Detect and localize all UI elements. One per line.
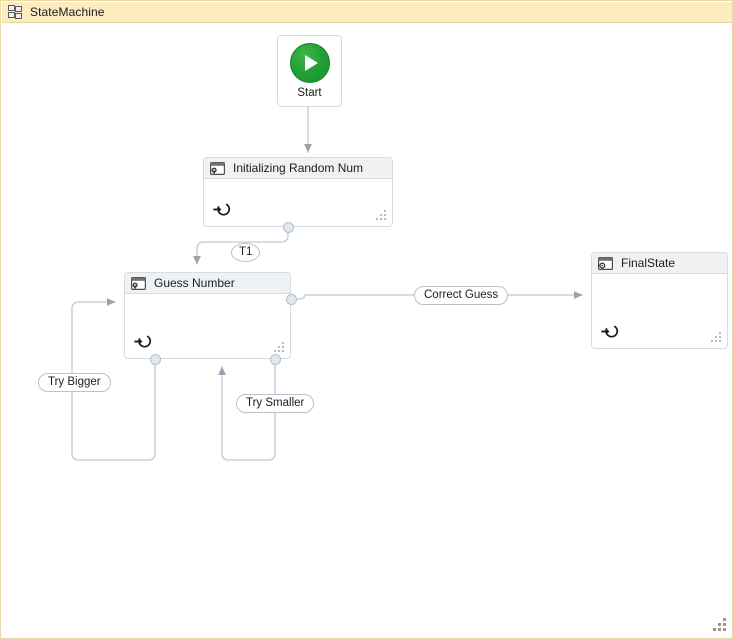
state-body[interactable]	[204, 179, 392, 226]
resize-grip-icon[interactable]	[274, 342, 285, 353]
state-body[interactable]	[125, 294, 290, 358]
anchor-initializing-bottom[interactable]	[283, 222, 294, 233]
entry-action-icon	[212, 201, 231, 218]
start-node[interactable]: Start	[277, 35, 342, 107]
state-body[interactable]	[592, 274, 727, 348]
transition-label-try-smaller[interactable]: Try Smaller	[236, 394, 315, 413]
state-title: Guess Number	[154, 276, 235, 290]
state-title: FinalState	[621, 256, 676, 270]
transition-label-t1[interactable]: T1	[231, 243, 261, 262]
state-header: FinalState	[592, 253, 727, 274]
transition-label-correct-guess[interactable]: Correct Guess	[414, 286, 509, 305]
state-node-guess-number[interactable]: Guess Number	[124, 272, 291, 359]
anchor-guess-bottom-left[interactable]	[150, 354, 161, 365]
final-state-icon	[598, 256, 614, 270]
designer-titlebar: StateMachine	[2, 2, 732, 23]
transition-label-try-bigger[interactable]: Try Bigger	[38, 373, 111, 392]
state-header: Initializing Random Num	[204, 158, 392, 179]
start-node-label: Start	[297, 86, 322, 99]
state-node-initializing-random-num[interactable]: Initializing Random Num	[203, 157, 393, 227]
designer-title: StateMachine	[30, 5, 105, 19]
state-header: Guess Number	[125, 273, 290, 294]
anchor-guess-bottom-right[interactable]	[270, 354, 281, 365]
state-icon	[131, 276, 147, 290]
state-node-finalstate[interactable]: FinalState	[591, 252, 728, 349]
state-icon	[210, 161, 226, 175]
resize-grip-icon[interactable]	[376, 210, 387, 221]
statemachine-designer: StateMachine Start Initializing Random N…	[0, 0, 733, 639]
resize-grip-icon[interactable]	[711, 332, 722, 343]
state-machine-icon	[7, 4, 23, 20]
entry-action-icon	[600, 323, 619, 340]
canvas-resize-grip[interactable]	[713, 618, 726, 631]
anchor-guess-right[interactable]	[286, 294, 297, 305]
play-icon	[289, 42, 330, 83]
designer-canvas[interactable]: Start Initializing Random Num Guess Numb…	[2, 23, 732, 638]
state-title: Initializing Random Num	[233, 161, 364, 175]
entry-action-icon	[133, 333, 152, 350]
